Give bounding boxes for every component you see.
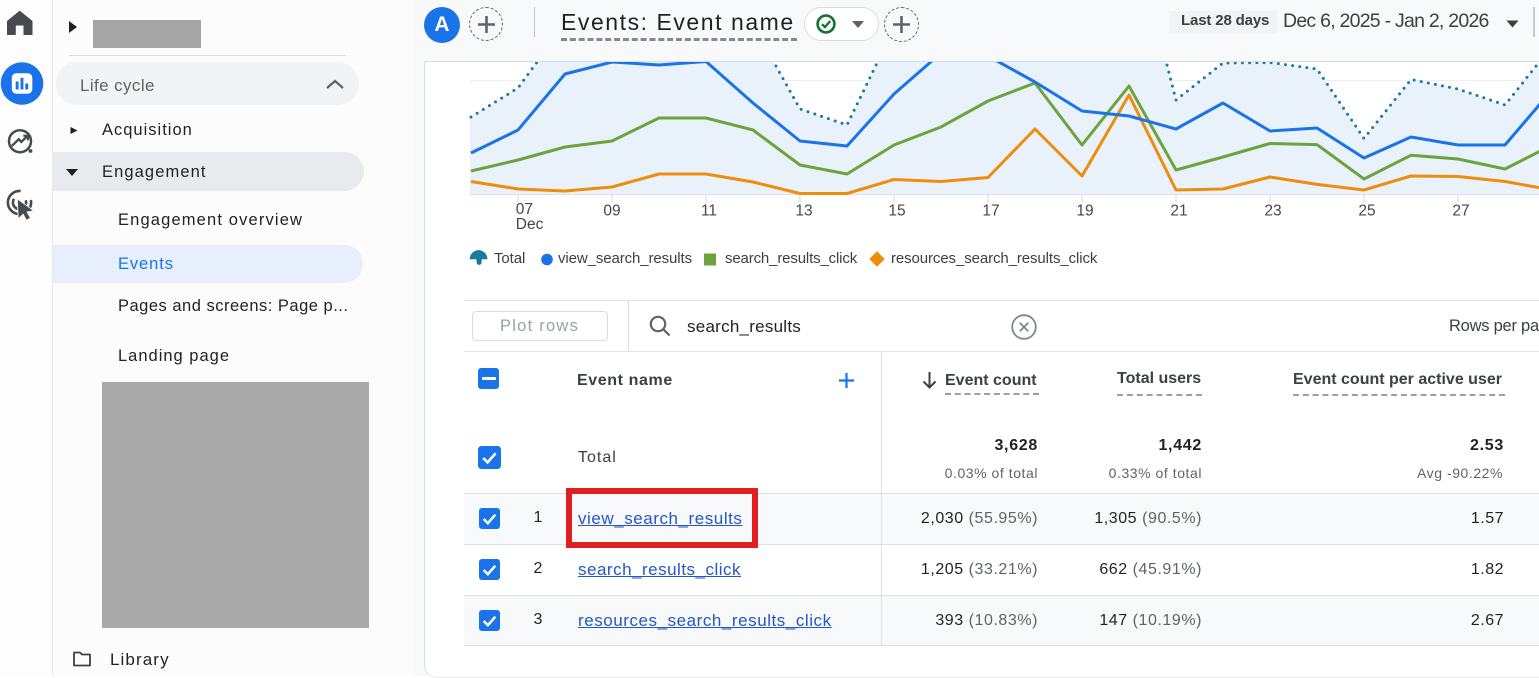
svg-text:17: 17	[982, 203, 999, 220]
svg-text:21: 21	[1170, 203, 1187, 220]
svg-text:15: 15	[888, 203, 905, 220]
svg-text:27: 27	[1452, 203, 1469, 220]
svg-text:13: 13	[795, 203, 812, 220]
svg-text:11: 11	[701, 203, 717, 220]
svg-text:19: 19	[1076, 203, 1093, 220]
svg-text:25: 25	[1358, 203, 1375, 220]
svg-text:Dec: Dec	[516, 216, 544, 233]
svg-text:09: 09	[603, 203, 620, 220]
svg-text:23: 23	[1264, 203, 1281, 220]
